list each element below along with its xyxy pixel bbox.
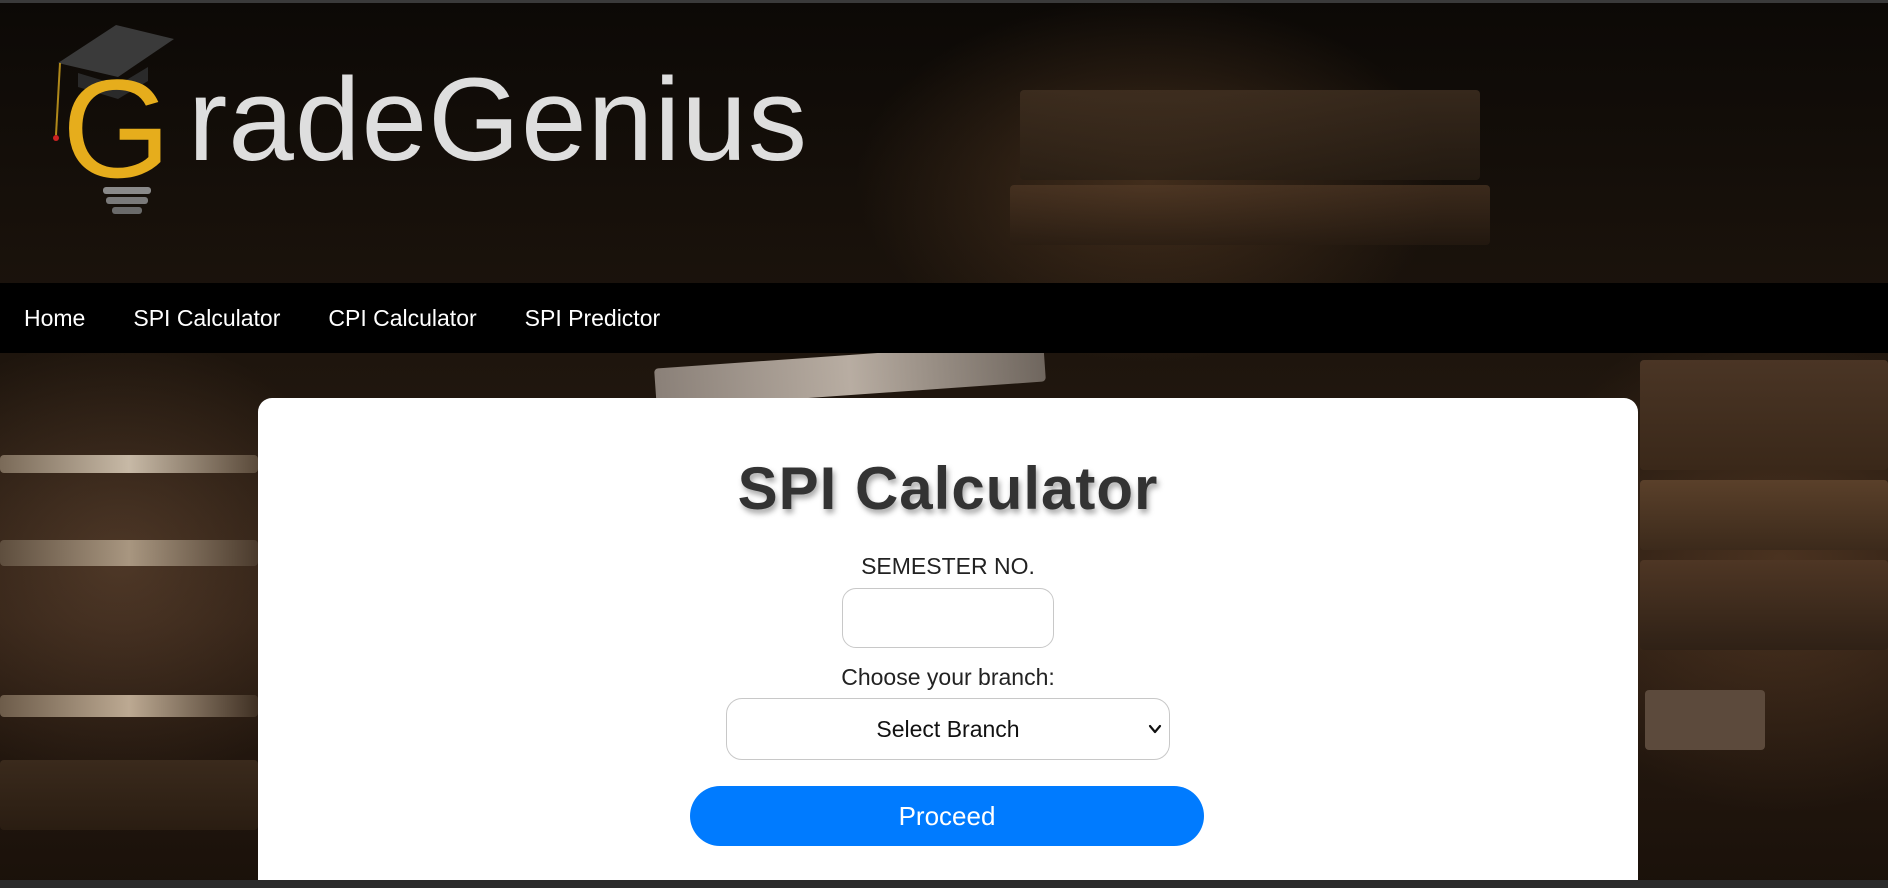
background-book xyxy=(1645,690,1765,750)
chevron-down-icon xyxy=(1148,724,1162,734)
page-background: G radeGenius Home SPI Calculator CPI Cal… xyxy=(0,0,1888,888)
page-title: SPI Calculator xyxy=(737,455,1159,522)
window-bottom-edge xyxy=(0,880,1888,888)
nav-spi-predictor[interactable]: SPI Predictor xyxy=(525,305,661,332)
semester-label: SEMESTER NO. xyxy=(861,553,1035,579)
nav-cpi-calculator[interactable]: CPI Calculator xyxy=(328,305,476,332)
graduation-cap-bulb-logo-icon: G xyxy=(53,25,174,214)
branch-select-value: Select Branch xyxy=(876,715,1020,742)
brand-initial: G xyxy=(62,50,171,207)
background-book xyxy=(0,760,258,830)
main-nav: Home SPI Calculator CPI Calculator SPI P… xyxy=(0,283,1888,353)
nav-spi-calculator[interactable]: SPI Calculator xyxy=(133,305,280,332)
brand-name: radeGenius xyxy=(188,54,809,186)
background-book xyxy=(1640,360,1888,470)
branch-label: Choose your branch: xyxy=(841,664,1055,690)
background-book xyxy=(0,695,258,717)
branch-select[interactable]: Select Branch xyxy=(726,698,1170,760)
background-book xyxy=(1640,560,1888,650)
semester-input[interactable] xyxy=(842,588,1054,648)
background-book xyxy=(1640,480,1888,550)
background-book xyxy=(0,455,258,473)
header: G radeGenius xyxy=(0,3,1888,283)
proceed-button[interactable]: Proceed xyxy=(690,786,1204,846)
nav-home[interactable]: Home xyxy=(24,305,85,332)
background-book xyxy=(0,540,258,566)
calculator-card: SPI Calculator SEMESTER NO. Choose your … xyxy=(258,398,1638,888)
brand-logo[interactable]: G radeGenius xyxy=(48,15,808,225)
